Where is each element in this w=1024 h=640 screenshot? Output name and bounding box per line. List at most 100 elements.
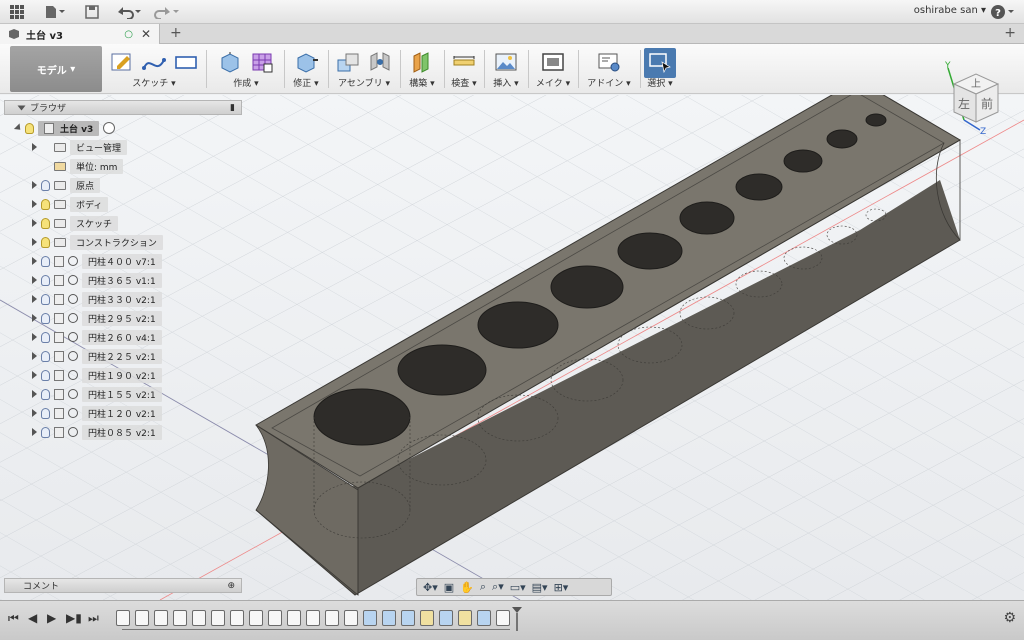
visibility-icon[interactable]: [25, 122, 34, 134]
document-tab[interactable]: 土台 v3 ○ ✕: [0, 24, 160, 44]
visibility-icon[interactable]: [41, 255, 50, 267]
pin-icon[interactable]: ▮: [230, 103, 235, 113]
tree-item-cylinder[interactable]: 円柱３６５ v1:1: [32, 272, 162, 288]
tree-item-cylinder[interactable]: 円柱４００ v7:1: [32, 253, 162, 269]
visibility-icon[interactable]: [41, 407, 50, 419]
visibility-icon[interactable]: [41, 350, 50, 362]
timeline-feature-step[interactable]: [287, 610, 301, 626]
sketch-group[interactable]: スケッチ ▾: [104, 46, 204, 92]
tree-item-cylinder[interactable]: 円柱１９０ v2:1: [32, 367, 162, 383]
tree-item-bodies[interactable]: ボディ: [32, 196, 109, 212]
visibility-icon[interactable]: [41, 236, 50, 248]
timeline-feature-step[interactable]: [173, 610, 187, 626]
go-to-start-icon[interactable]: ⏮: [8, 611, 19, 626]
visibility-icon[interactable]: [41, 331, 50, 343]
offset-plane-icon[interactable]: [409, 50, 435, 74]
tree-item-cylinder[interactable]: 円柱２６０ v4:1: [32, 329, 162, 345]
pan-icon[interactable]: ✋: [460, 581, 474, 594]
look-at-icon[interactable]: ▣: [444, 581, 454, 594]
tree-item-cylinder[interactable]: 円柱１５５ v2:1: [32, 386, 162, 402]
timeline-feature-step[interactable]: [249, 610, 263, 626]
activate-radio-icon[interactable]: [103, 122, 116, 134]
add-comment-icon[interactable]: ⊕: [227, 581, 235, 591]
tree-item-cylinder[interactable]: 円柱２２５ v2:1: [32, 348, 162, 364]
tree-item-cylinder[interactable]: 円柱３３０ v2:1: [32, 291, 162, 307]
spline-icon[interactable]: [141, 50, 167, 74]
timeline-feature-step[interactable]: [401, 610, 415, 626]
timeline-feature-step[interactable]: [458, 610, 472, 626]
go-to-end-icon[interactable]: ⏭: [88, 611, 99, 626]
joint-icon[interactable]: [367, 50, 393, 74]
fit-icon[interactable]: ⌕▾: [492, 580, 504, 594]
timeline-marker[interactable]: [512, 607, 522, 631]
orbit-icon[interactable]: ✥▾: [423, 581, 438, 594]
timeline-feature-step[interactable]: [211, 610, 225, 626]
timeline-feature-step[interactable]: [496, 610, 510, 626]
redo-icon[interactable]: [152, 3, 182, 21]
modify-group[interactable]: 修正 ▾: [286, 46, 326, 92]
visibility-icon[interactable]: [41, 217, 50, 229]
file-menu-icon[interactable]: [42, 3, 68, 21]
timeline-feature-step[interactable]: [116, 610, 130, 626]
browser-panel-header[interactable]: ブラウザ ▮: [4, 100, 242, 115]
tree-item-cylinder[interactable]: 円柱０８５ v2:1: [32, 424, 162, 440]
visibility-icon[interactable]: [41, 426, 50, 438]
select-group[interactable]: 選択 ▾: [642, 46, 678, 92]
timeline-feature-step[interactable]: [439, 610, 453, 626]
tree-item-construction[interactable]: コンストラクション: [32, 234, 163, 250]
timeline-feature-step[interactable]: [306, 610, 320, 626]
visibility-icon[interactable]: [41, 388, 50, 400]
step-back-icon[interactable]: ◀: [28, 611, 37, 625]
visibility-icon[interactable]: [41, 293, 50, 305]
grid-settings-icon[interactable]: ▤▾: [532, 581, 548, 594]
step-forward-icon[interactable]: ▶▮: [66, 611, 82, 625]
timeline-feature-step[interactable]: [363, 610, 377, 626]
timeline-feature-step[interactable]: [344, 610, 358, 626]
data-panel-grid-icon[interactable]: [8, 3, 26, 21]
timeline-feature-step[interactable]: [154, 610, 168, 626]
3d-print-icon[interactable]: [540, 50, 566, 74]
view-cube[interactable]: Y Z 上 左 前: [944, 60, 1024, 140]
press-pull-icon[interactable]: [293, 50, 319, 74]
construct-group[interactable]: 構築 ▾: [402, 46, 442, 92]
create-group[interactable]: 作成 ▾: [208, 46, 284, 92]
visibility-icon[interactable]: [41, 274, 50, 286]
tree-item-units[interactable]: 単位: mm: [32, 158, 124, 174]
undo-icon[interactable]: [114, 3, 144, 21]
timeline-feature-step[interactable]: [382, 610, 396, 626]
tree-item-origin[interactable]: 原点: [32, 177, 101, 193]
display-settings-icon[interactable]: ▭▾: [510, 581, 526, 594]
timeline-feature-step[interactable]: [192, 610, 206, 626]
addins-group[interactable]: アドイン ▾: [580, 46, 638, 92]
extrude-icon[interactable]: [217, 50, 243, 74]
viewports-icon[interactable]: ⊞▾: [554, 581, 569, 594]
workspace-switcher[interactable]: モデル ▾: [10, 46, 102, 92]
visibility-icon[interactable]: [41, 179, 50, 191]
tree-item-cylinder[interactable]: 円柱２９５ v2:1: [32, 310, 162, 326]
timeline-feature-step[interactable]: [135, 610, 149, 626]
insert-image-icon[interactable]: [493, 50, 519, 74]
timeline-settings-gear-icon[interactable]: ⚙: [1003, 610, 1016, 626]
timeline-feature-step[interactable]: [268, 610, 282, 626]
timeline-feature-step[interactable]: [230, 610, 244, 626]
make-group[interactable]: メイク ▾: [530, 46, 576, 92]
visibility-icon[interactable]: [41, 369, 50, 381]
select-icon[interactable]: [647, 50, 673, 74]
new-component-icon[interactable]: [335, 50, 361, 74]
visibility-icon[interactable]: [41, 198, 50, 210]
collapse-icon[interactable]: [17, 105, 26, 110]
timeline-feature-step[interactable]: [477, 610, 491, 626]
scripts-addins-icon[interactable]: [596, 50, 622, 74]
close-tab-icon[interactable]: ✕: [141, 27, 151, 41]
save-icon[interactable]: [84, 3, 100, 21]
assemble-group[interactable]: アセンブリ ▾: [330, 46, 398, 92]
create-sketch-icon[interactable]: [109, 50, 135, 74]
inspect-group[interactable]: 検査 ▾: [446, 46, 482, 92]
tree-item-sketches[interactable]: スケッチ: [32, 215, 119, 231]
timeline-feature-step[interactable]: [325, 610, 339, 626]
tree-item-view-management[interactable]: ビュー管理: [32, 139, 128, 155]
measure-icon[interactable]: [451, 50, 477, 74]
tab-menu-icon[interactable]: +: [1004, 25, 1016, 41]
new-tab-icon[interactable]: +: [170, 25, 182, 41]
tree-item-cylinder[interactable]: 円柱１２０ v2:1: [32, 405, 162, 421]
